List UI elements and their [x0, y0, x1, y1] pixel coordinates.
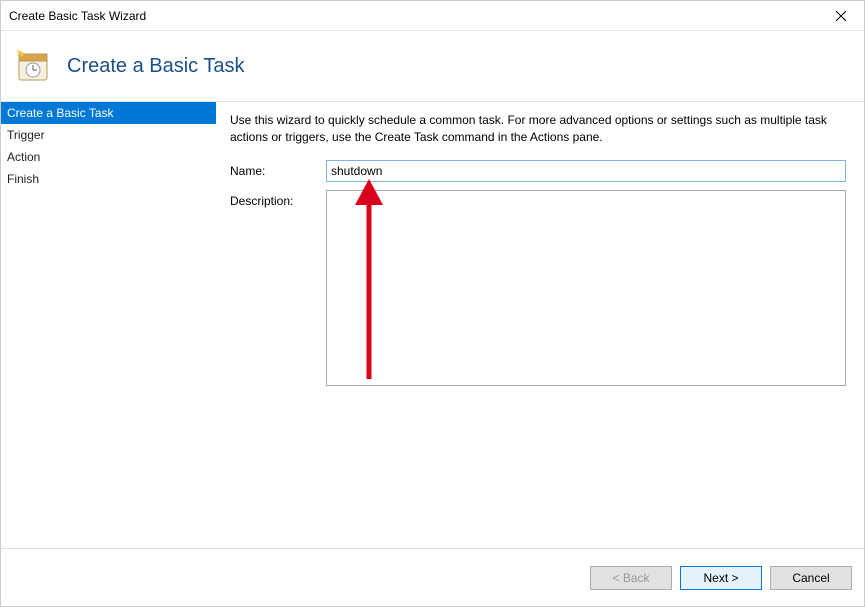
sidebar-item-action[interactable]: Action [1, 146, 216, 168]
sidebar-item-create-basic-task[interactable]: Create a Basic Task [1, 102, 216, 124]
close-button[interactable] [818, 1, 864, 31]
wizard-header: Create a Basic Task [1, 31, 864, 101]
wizard-sidebar: Create a Basic Task Trigger Action Finis… [1, 102, 216, 546]
intro-text: Use this wizard to quickly schedule a co… [230, 112, 846, 146]
titlebar: Create Basic Task Wizard [1, 1, 864, 31]
back-button: < Back [590, 566, 672, 590]
wizard-footer: < Back Next > Cancel [1, 548, 864, 606]
sidebar-item-label: Create a Basic Task [7, 106, 114, 120]
name-input[interactable] [326, 160, 846, 182]
sidebar-item-label: Finish [7, 172, 39, 186]
sidebar-item-trigger[interactable]: Trigger [1, 124, 216, 146]
wizard-icon [15, 48, 51, 84]
description-label: Description: [230, 190, 326, 208]
description-row: Description: [230, 190, 846, 386]
close-icon [836, 11, 846, 21]
wizard-content: Use this wizard to quickly schedule a co… [216, 102, 864, 546]
sidebar-item-finish[interactable]: Finish [1, 168, 216, 190]
sidebar-item-label: Trigger [7, 128, 45, 142]
next-button[interactable]: Next > [680, 566, 762, 590]
name-row: Name: [230, 160, 846, 182]
description-input[interactable] [326, 190, 846, 386]
wizard-body: Create a Basic Task Trigger Action Finis… [1, 102, 864, 546]
cancel-button[interactable]: Cancel [770, 566, 852, 590]
window-title: Create Basic Task Wizard [9, 9, 146, 23]
name-label: Name: [230, 160, 326, 178]
page-title: Create a Basic Task [67, 55, 245, 78]
sidebar-item-label: Action [7, 150, 40, 164]
